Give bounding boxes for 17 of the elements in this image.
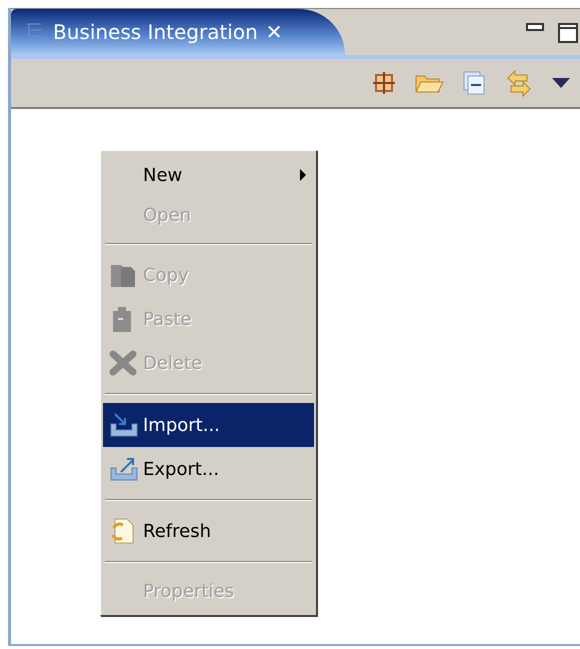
menu-item[interactable]: Refresh	[103, 509, 314, 553]
refresh-page-icon	[109, 517, 135, 545]
view-title: Business Integration	[53, 20, 258, 44]
close-button[interactable]: ✕	[266, 20, 283, 44]
menu-item[interactable]: Export...	[103, 447, 314, 491]
import-tray-icon	[109, 412, 139, 438]
view-tab[interactable]: Business Integration ✕	[11, 9, 345, 55]
delete-x-icon	[109, 350, 137, 376]
minimize-icon[interactable]	[526, 23, 544, 31]
export-tray-icon	[109, 456, 139, 482]
collapse-icon[interactable]	[462, 70, 486, 96]
menu-item[interactable]: Import...	[103, 403, 314, 447]
submenu-arrow-icon	[300, 169, 306, 181]
maximize-icon[interactable]	[558, 23, 578, 43]
menu-item[interactable]: New	[103, 155, 314, 195]
grid-icon[interactable]	[372, 71, 396, 95]
dropdown-caret-icon[interactable]	[552, 78, 570, 88]
